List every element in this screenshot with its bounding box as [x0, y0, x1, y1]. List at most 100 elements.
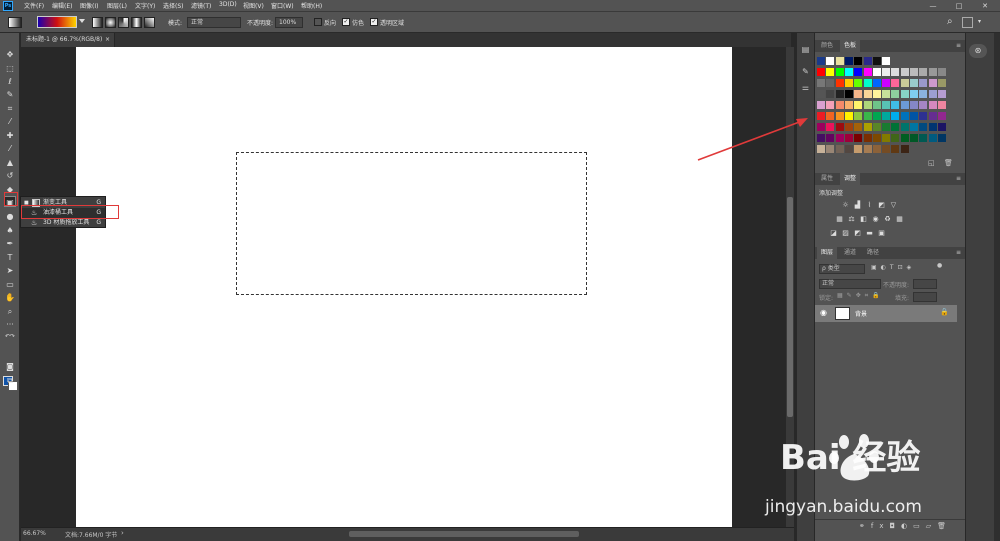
color-swatch[interactable] [863, 134, 872, 142]
color-swatch[interactable] [872, 101, 881, 109]
color-swatch[interactable] [835, 101, 844, 109]
color-swatch[interactable] [863, 101, 872, 109]
color-swatch[interactable] [900, 145, 909, 153]
color-swatch[interactable] [835, 79, 844, 87]
exposure-icon[interactable]: ◩ [877, 201, 886, 209]
color-swatch[interactable] [919, 90, 928, 98]
dock-scrollbar[interactable] [994, 33, 1000, 541]
zoom-tool-icon[interactable]: ⌕ [4, 306, 16, 317]
workspace-icon[interactable] [962, 17, 973, 28]
color-swatch[interactable] [863, 112, 872, 120]
color-swatch[interactable] [872, 57, 881, 65]
color-swatch[interactable] [910, 79, 918, 87]
color-swatch[interactable] [817, 145, 825, 153]
color-swatch[interactable] [900, 134, 909, 142]
menu-edit[interactable]: 编辑(E) [52, 1, 72, 10]
color-swatch[interactable] [844, 134, 853, 142]
color-swatch[interactable] [900, 101, 909, 109]
search-icon[interactable]: ⌕ [947, 16, 953, 27]
color-swatch[interactable] [863, 145, 872, 153]
color-swatch[interactable] [854, 57, 863, 65]
color-swatch[interactable] [826, 112, 835, 120]
color-swatch[interactable] [928, 90, 937, 98]
linear-gradient-button[interactable] [92, 17, 103, 28]
color-swatch[interactable] [900, 112, 909, 120]
crop-tool-icon[interactable]: ⌗ [4, 103, 16, 114]
color-swatch[interactable] [854, 101, 863, 109]
angle-gradient-button[interactable] [118, 17, 129, 28]
lock-icons[interactable]: ▦✎✥⌗🔒 [837, 292, 884, 300]
panel-menu-icon[interactable]: ≡ [956, 175, 961, 182]
color-swatch[interactable] [928, 101, 937, 109]
pen-tool-icon[interactable]: ✒ [4, 238, 16, 249]
color-swatch[interactable] [844, 79, 853, 87]
fill-input[interactable] [913, 292, 937, 302]
delete-swatch-icon[interactable]: 🗑 [944, 159, 953, 167]
gradient-editor-swatch[interactable] [37, 16, 77, 28]
radial-gradient-button[interactable] [105, 17, 116, 28]
color-swatch[interactable] [910, 112, 918, 120]
color-swatch[interactable] [844, 112, 853, 120]
layer-filter-select[interactable]: ρ 类型 [819, 264, 865, 274]
color-swatch[interactable] [854, 68, 863, 76]
threshold-icon[interactable]: ◩ [853, 229, 862, 237]
brush-panel-icon[interactable]: ✎ [800, 67, 811, 77]
color-swatch[interactable] [826, 57, 835, 65]
color-swatch[interactable] [844, 145, 853, 153]
color-swatch[interactable] [910, 123, 918, 131]
color-swatch[interactable] [900, 123, 909, 131]
color-swatch[interactable] [872, 123, 881, 131]
color-swatch[interactable] [835, 134, 844, 142]
color-swatch[interactable] [937, 101, 946, 109]
color-swatch[interactable] [891, 90, 900, 98]
color-swatch[interactable] [919, 79, 928, 87]
color-swatch[interactable] [910, 68, 918, 76]
color-swatch[interactable] [872, 134, 881, 142]
close-tab-icon[interactable]: × [105, 33, 110, 47]
color-swatch[interactable] [826, 90, 835, 98]
color-swatch[interactable] [844, 101, 853, 109]
lasso-tool-icon[interactable]: ℓ [4, 76, 16, 87]
color-swatch[interactable] [872, 79, 881, 87]
menu-layer[interactable]: 图层(L) [107, 1, 127, 10]
zoom-level[interactable]: 66.67% [23, 530, 46, 537]
clone-stamp-tool-icon[interactable]: ▲ [4, 157, 16, 168]
reverse-checkbox[interactable] [314, 18, 322, 26]
shape-tool-icon[interactable]: ▭ [4, 279, 16, 290]
color-swatch[interactable] [937, 68, 946, 76]
blend-mode-select[interactable]: 正常 [819, 279, 881, 289]
color-swatch[interactable] [919, 112, 928, 120]
menu-filter[interactable]: 滤镜(T) [191, 1, 211, 10]
color-swatch[interactable] [872, 112, 881, 120]
transparency-checkbox[interactable]: ✓ [370, 18, 378, 26]
color-swatch[interactable] [817, 68, 825, 76]
selective-color-icon[interactable]: ▣ [877, 229, 886, 237]
color-swatch[interactable] [863, 79, 872, 87]
dither-checkbox[interactable]: ✓ [342, 18, 350, 26]
color-swatch[interactable] [928, 112, 937, 120]
color-swatch[interactable] [919, 123, 928, 131]
color-lookup-icon[interactable]: ▦ [895, 215, 904, 223]
filter-toggle-icon[interactable]: ● [937, 262, 942, 269]
history-panel-icon[interactable]: ▤ [800, 45, 811, 55]
color-swatch[interactable] [863, 68, 872, 76]
gradient-map-icon[interactable]: ▬ [865, 229, 874, 237]
maximize-button[interactable]: □ [946, 0, 972, 12]
tab-swatches[interactable]: 色板 [840, 40, 861, 52]
color-swatch[interactable] [817, 101, 825, 109]
color-swatch[interactable] [854, 134, 863, 142]
invert-icon[interactable]: ◪ [829, 229, 838, 237]
diamond-gradient-button[interactable] [144, 17, 155, 28]
color-swatch[interactable] [882, 101, 891, 109]
color-swatch[interactable] [872, 145, 881, 153]
color-swatch[interactable] [882, 90, 891, 98]
color-swatch[interactable] [863, 57, 872, 65]
healing-brush-tool-icon[interactable]: ✚ [4, 130, 16, 141]
layer-opacity-input[interactable] [913, 279, 937, 289]
color-swatch[interactable] [835, 123, 844, 131]
color-swatch[interactable] [882, 134, 891, 142]
color-swatch[interactable] [817, 134, 825, 142]
eye-icon[interactable]: ◉ [820, 308, 827, 317]
vibrance-icon[interactable]: ▽ [889, 201, 898, 209]
brush-tool-icon[interactable]: ⁄ [4, 143, 16, 154]
